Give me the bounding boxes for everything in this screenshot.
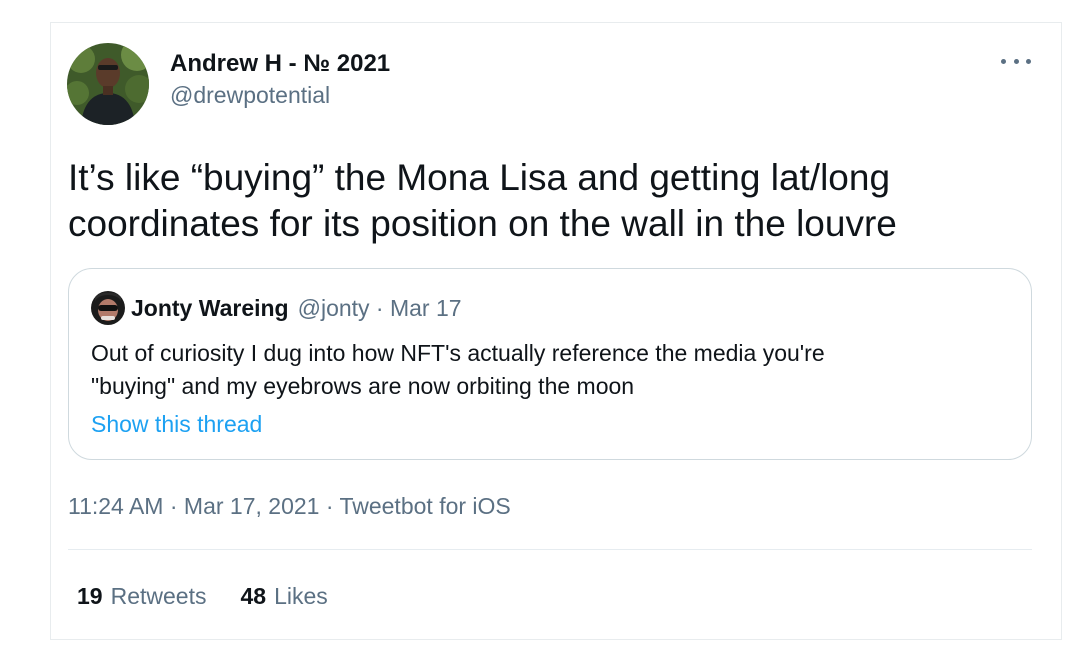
tweet-timestamp-source[interactable]: 11:24 AM · Mar 17, 2021 · Tweetbot for i… (68, 491, 511, 521)
tweet-card: Andrew H - № 2021 @drewpotential It’s li… (50, 22, 1062, 640)
more-dot (1001, 58, 1006, 64)
tweet-stats: 19 Retweets 48 Likes (77, 581, 362, 611)
quoted-handle-date: @jonty · Mar 17 (297, 294, 462, 321)
quoted-tweet[interactable]: Jonty Wareing @jonty · Mar 17 Out of cur… (68, 268, 1032, 460)
more-dot (1026, 58, 1031, 64)
show-thread-link[interactable]: Show this thread (91, 409, 262, 439)
quoted-author-avatar (91, 291, 125, 325)
author-avatar[interactable] (67, 43, 149, 125)
author-names: Andrew H - № 2021 @drewpotential (170, 49, 390, 111)
tweet-header: Andrew H - № 2021 @drewpotential (67, 43, 390, 125)
retweets-count: 19 (77, 583, 103, 609)
retweets-label: Retweets (110, 583, 207, 609)
quoted-profile-photo-icon (91, 291, 125, 325)
tweet-text: It’s like “buying” the Mona Lisa and get… (68, 157, 897, 244)
author-handle[interactable]: @drewpotential (170, 79, 390, 111)
quoted-tweet-text: Out of curiosity I dug into how NFT's ac… (91, 340, 825, 399)
author-display-name[interactable]: Andrew H - № 2021 (170, 49, 390, 79)
more-options-icon[interactable] (1001, 51, 1031, 71)
profile-photo-icon (67, 43, 149, 125)
likes-label: Likes (274, 583, 328, 609)
divider (68, 549, 1032, 550)
retweets-stat[interactable]: 19 Retweets (77, 581, 206, 611)
likes-stat[interactable]: 48 Likes (240, 581, 327, 611)
quoted-author-display-name: Jonty Wareing (131, 294, 289, 321)
quoted-tweet-header: Jonty Wareing @jonty · Mar 17 (91, 291, 462, 325)
likes-count: 48 (240, 583, 267, 609)
more-dot (1013, 58, 1019, 64)
